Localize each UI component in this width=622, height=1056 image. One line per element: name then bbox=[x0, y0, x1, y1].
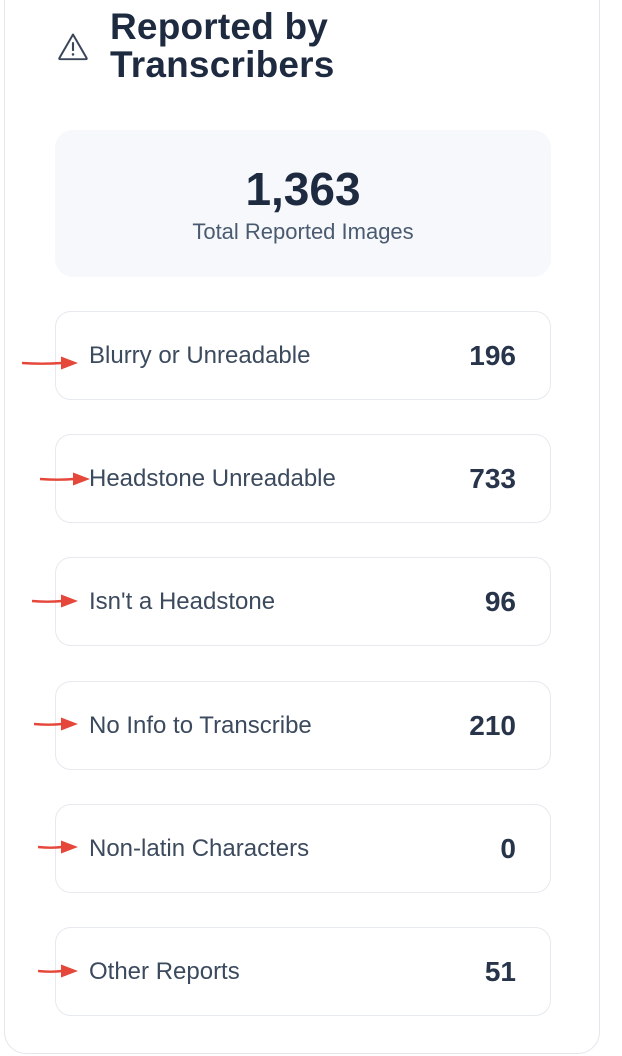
report-count: 96 bbox=[484, 586, 516, 617]
report-row-headstone-unreadable[interactable]: Headstone Unreadable 733 bbox=[55, 434, 551, 523]
arrow-right-icon bbox=[34, 717, 78, 731]
report-count: 196 bbox=[469, 340, 516, 371]
total-reported-value: 1,363 bbox=[245, 163, 361, 215]
report-count: 51 bbox=[484, 956, 516, 987]
panel-header: Reported by Transcribers bbox=[56, 8, 410, 84]
arrow-right-icon bbox=[40, 472, 90, 486]
report-label: No Info to Transcribe bbox=[89, 712, 312, 739]
arrow-right-icon bbox=[38, 964, 78, 978]
arrow-right-icon bbox=[32, 594, 78, 608]
arrow-right-icon bbox=[38, 840, 78, 854]
report-count: 0 bbox=[500, 833, 516, 864]
report-count: 733 bbox=[469, 463, 516, 494]
arrow-right-icon bbox=[22, 356, 78, 370]
panel-title: Reported by Transcribers bbox=[110, 6, 335, 85]
report-row-not-headstone[interactable]: Isn't a Headstone 96 bbox=[55, 557, 551, 646]
total-reported-label: Total Reported Images bbox=[192, 219, 414, 244]
report-label: Blurry or Unreadable bbox=[89, 342, 311, 369]
report-row-other[interactable]: Other Reports 51 bbox=[55, 927, 551, 1016]
report-row-blurry[interactable]: Blurry or Unreadable 196 bbox=[55, 311, 551, 400]
report-row-no-info[interactable]: No Info to Transcribe 210 bbox=[55, 681, 551, 770]
report-row-non-latin[interactable]: Non-latin Characters 0 bbox=[55, 804, 551, 893]
report-label: Isn't a Headstone bbox=[89, 588, 276, 615]
report-label: Headstone Unreadable bbox=[89, 465, 336, 492]
warning-triangle-icon bbox=[58, 33, 88, 61]
total-reported-card: 1,363 Total Reported Images bbox=[55, 130, 551, 277]
report-count: 210 bbox=[469, 710, 516, 741]
report-label: Other Reports bbox=[89, 958, 240, 985]
report-label: Non-latin Characters bbox=[89, 835, 310, 862]
